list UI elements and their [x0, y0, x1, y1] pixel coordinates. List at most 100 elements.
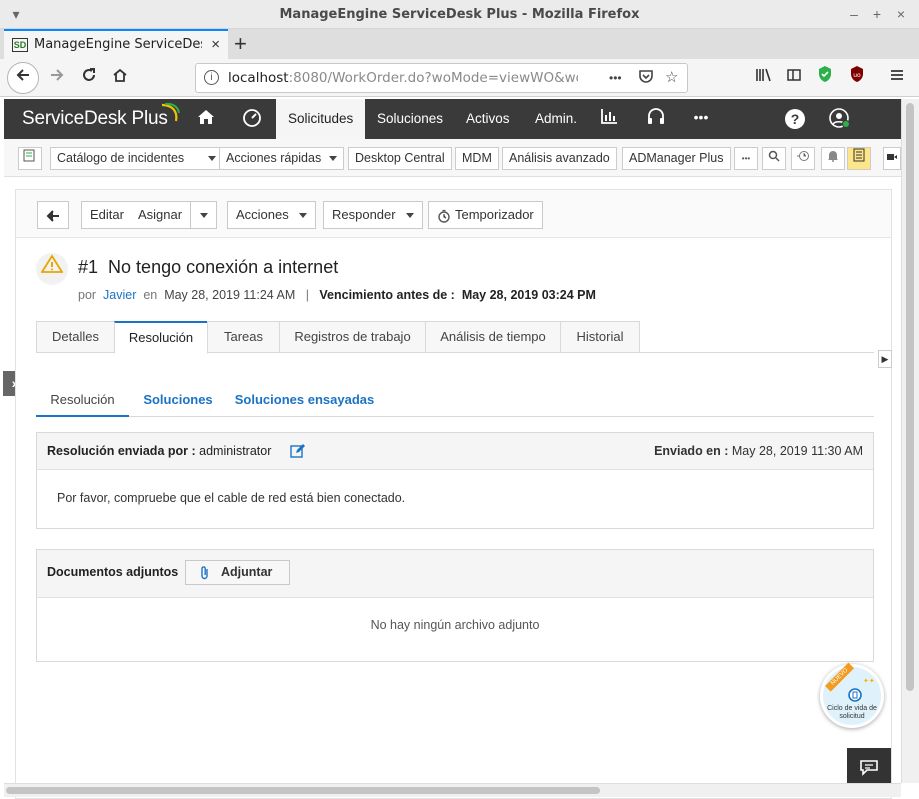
assign-dropdown-button[interactable]	[190, 201, 217, 229]
window-titlebar: ▾ ManageEngine ServiceDesk Plus - Mozill…	[0, 0, 919, 29]
ublock-icon[interactable]: uo	[843, 64, 871, 92]
tab-analisis-tiempo[interactable]: Análisis de tiempo	[425, 321, 561, 353]
page-actions-icon[interactable]: •••	[609, 71, 622, 85]
vertical-scrollbar[interactable]	[901, 99, 919, 783]
browser-tab-strip: SD ManageEngine ServiceDesk Plus × +	[0, 29, 919, 59]
more-nav-icon[interactable]: •••	[688, 109, 714, 125]
bookmark-star-icon[interactable]: ☆	[665, 68, 678, 86]
back-button[interactable]	[37, 201, 69, 229]
expand-right-panel-icon[interactable]: ▶	[878, 350, 892, 368]
lifecycle-icon	[847, 687, 863, 706]
url-bar[interactable]: i localhost:8080/WorkOrder.do?woMode=vie…	[195, 63, 688, 93]
nav-admin[interactable]: Admin.	[523, 99, 589, 139]
resolution-panel: Resolución enviada por : administrator E…	[36, 432, 874, 529]
paperclip-icon	[201, 566, 208, 580]
attach-button[interactable]: Adjuntar	[185, 560, 290, 585]
nav-soluciones[interactable]: Soluciones	[365, 99, 455, 139]
tab-historial[interactable]: Historial	[560, 321, 640, 353]
nav-activos[interactable]: Activos	[454, 99, 522, 139]
pocket-icon[interactable]	[638, 68, 654, 88]
notification-bell-icon[interactable]	[821, 147, 845, 170]
sent-by-label: Resolución enviada por :	[47, 444, 196, 458]
sparkle-icon: ✦✦	[863, 678, 875, 685]
horizontal-scroll-thumb[interactable]	[6, 787, 600, 794]
maximize-icon[interactable]: +	[869, 6, 885, 22]
reload-icon[interactable]	[75, 64, 103, 92]
admanager-plus-button[interactable]: ADManager Plus	[622, 147, 731, 170]
mdm-button[interactable]: MDM	[455, 147, 499, 170]
sent-on-value: May 28, 2019 11:30 AM	[731, 444, 863, 458]
new-request-icon[interactable]	[18, 147, 42, 170]
history-icon[interactable]	[791, 147, 815, 170]
logo-swoosh-icon	[161, 102, 180, 122]
requester-link[interactable]: Javier	[103, 288, 136, 302]
request-title: #1 No tengo conexión a internet	[78, 257, 338, 278]
subtab-soluciones[interactable]: Soluciones	[139, 387, 217, 417]
chat-bubble-icon	[860, 759, 878, 776]
horizontal-scrollbar[interactable]	[4, 783, 901, 797]
assign-button[interactable]: Asignar	[130, 201, 192, 229]
resolution-text: Por favor, compruebe que el cable de red…	[57, 491, 406, 505]
edit-button[interactable]: Editar	[81, 201, 133, 229]
quick-actions-dropdown[interactable]: Acciones rápidas	[219, 147, 345, 170]
subtab-resolucion[interactable]: Resolución	[36, 387, 129, 417]
forward-arrow-icon[interactable]	[43, 64, 71, 92]
browser-navbar: i localhost:8080/WorkOrder.do?woMode=vie…	[0, 59, 919, 97]
new-tab-icon[interactable]: +	[234, 31, 247, 57]
favicon-icon: SD	[12, 38, 28, 52]
actions-dropdown[interactable]: Acciones	[227, 201, 316, 229]
tab-registros-trabajo[interactable]: Registros de trabajo	[279, 321, 426, 353]
resolution-panel-header: Resolución enviada por : administrator E…	[37, 433, 873, 470]
request-action-bar: Editar Asignar Acciones Responder Tempor…	[16, 190, 891, 238]
dashboard-icon[interactable]	[239, 107, 265, 132]
warning-icon	[36, 253, 68, 285]
browser-tab[interactable]: SD ManageEngine ServiceDesk Plus ×	[4, 29, 228, 59]
app-logo[interactable]: ServiceDesk Plus	[22, 108, 168, 130]
search-icon[interactable]	[762, 147, 786, 170]
help-icon[interactable]: ?	[785, 109, 805, 129]
tab-detalles[interactable]: Detalles	[36, 321, 115, 353]
created-date: May 28, 2019 11:24 AM	[164, 288, 296, 302]
request-detail-card: Editar Asignar Acciones Responder Tempor…	[15, 189, 892, 799]
browser-tab-label: ManageEngine ServiceDesk Plus	[34, 37, 202, 52]
tab-close-icon[interactable]: ×	[211, 36, 220, 53]
no-attachments-text: No hay ningún archivo adjunto	[370, 618, 540, 632]
tab-resolucion[interactable]: Resolución	[114, 321, 208, 354]
incident-catalog-dropdown[interactable]: Catálogo de incidentes	[50, 147, 224, 170]
stopwatch-icon	[438, 209, 450, 223]
reply-dropdown[interactable]: Responder	[323, 201, 423, 229]
desktop-central-button[interactable]: Desktop Central	[348, 147, 452, 170]
quick-toolbar: Catálogo de incidentes Acciones rápidas …	[4, 139, 901, 177]
minimize-icon[interactable]: –	[846, 6, 862, 22]
edit-resolution-icon[interactable]	[290, 443, 306, 462]
notes-icon[interactable]	[847, 147, 871, 170]
reader-sidebar-icon[interactable]	[780, 64, 808, 92]
timer-button[interactable]: Temporizador	[428, 201, 543, 229]
request-lifecycle-widget[interactable]: NUEVO ✦✦ Ciclo de vida de solicitud	[820, 662, 884, 728]
home-icon[interactable]	[106, 64, 134, 92]
headset-icon[interactable]	[643, 107, 669, 132]
advanced-analytics-button[interactable]: Análisis avanzado	[502, 147, 617, 170]
nav-solicitudes[interactable]: Solicitudes	[276, 99, 366, 139]
request-meta: por Javier en May 28, 2019 11:24 AM | Ve…	[78, 288, 596, 302]
shield-icon[interactable]	[811, 64, 839, 92]
sent-on-label: Enviado en :	[654, 444, 729, 458]
library-icon[interactable]	[750, 64, 778, 92]
site-info-icon[interactable]: i	[204, 70, 219, 85]
home-nav-icon[interactable]	[193, 107, 219, 132]
reports-icon[interactable]	[596, 107, 622, 130]
chat-button[interactable]	[847, 748, 891, 786]
url-text[interactable]: localhost:8080/WorkOrder.do?woMode=viewW…	[228, 70, 578, 86]
request-tabs: Detalles Resolución Tareas Registros de …	[36, 321, 874, 354]
video-icon[interactable]	[883, 147, 901, 170]
resolution-subtabs: Resolución Soluciones Soluciones ensayad…	[36, 387, 874, 417]
close-window-icon[interactable]: ×	[893, 6, 909, 22]
user-avatar-icon[interactable]	[827, 107, 853, 134]
vertical-scroll-thumb[interactable]	[906, 103, 914, 691]
more-tools-icon[interactable]: •••	[734, 147, 758, 170]
subtab-soluciones-ensayadas[interactable]: Soluciones ensayadas	[232, 387, 377, 417]
app-header: ServiceDesk Plus Solicitudes Soluciones …	[4, 99, 901, 139]
back-arrow-icon[interactable]	[7, 62, 39, 94]
tab-tareas[interactable]: Tareas	[207, 321, 280, 353]
hamburger-menu-icon[interactable]	[883, 64, 911, 92]
